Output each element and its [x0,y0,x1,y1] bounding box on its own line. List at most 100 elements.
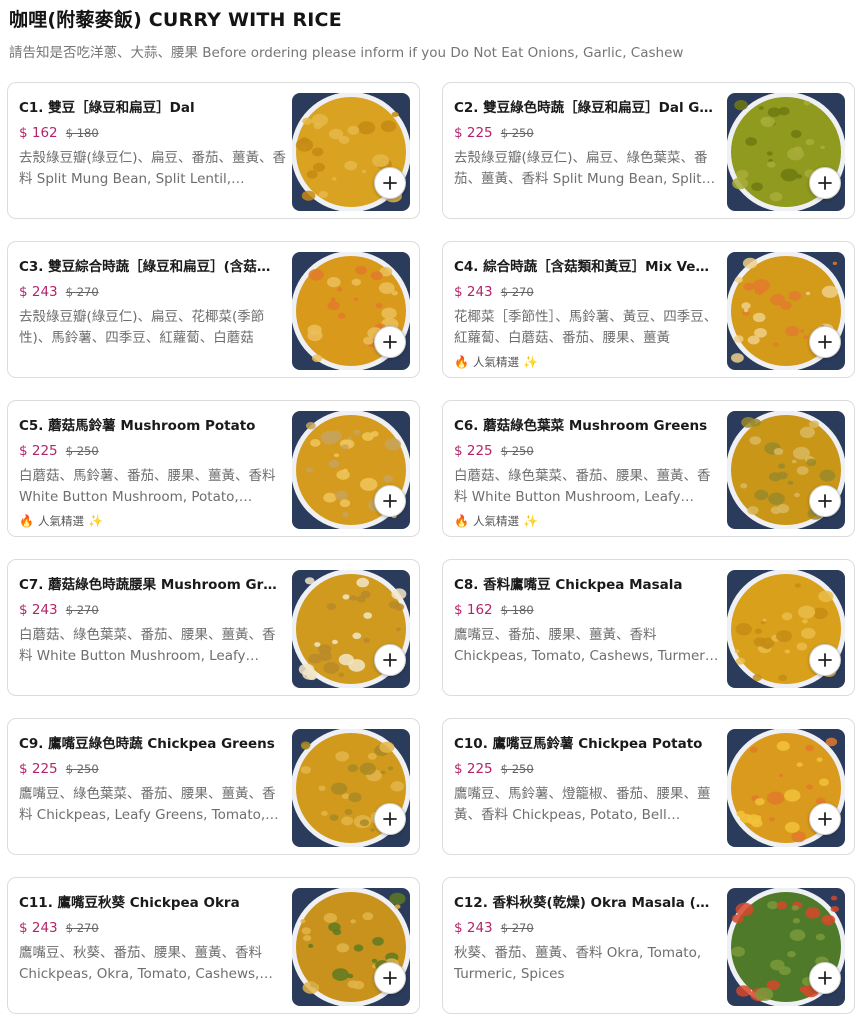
add-to-cart-button[interactable] [374,803,406,835]
price-row: $ 225 $ 250 [454,440,534,459]
add-to-cart-button[interactable] [809,803,841,835]
item-description: 白蘑菇、綠色葉菜、番茄、腰果、薑黃、香料 White Button Mushro… [454,468,711,505]
popular-badge: 🔥 人氣精選 ✨ [19,513,103,529]
menu-item-card[interactable]: C3. 雙豆綜合時蔬［綠豆和扁豆］(含菇類) Dal Mix $ 243 $ 2… [7,241,420,378]
item-price: $ 243 [19,602,58,618]
price-row: $ 225 $ 250 [454,758,534,777]
plus-icon [818,335,832,349]
item-description: 白蘑菇、馬鈴薯、番茄、腰果、薑黃、香料 White Button Mushroo… [19,468,276,505]
add-to-cart-button[interactable] [809,167,841,199]
price-row: $ 162 $ 180 [454,599,534,618]
menu-item-card[interactable]: C8. 香料鷹嘴豆 Chickpea Masala $ 162 $ 180 鷹嘴… [442,559,855,696]
menu-item-card[interactable]: C2. 雙豆綠色時蔬［綠豆和扁豆］Dal Greens $ 225 $ 250 … [442,82,855,219]
plus-icon [383,494,397,508]
item-original-price: $ 250 [500,126,534,140]
item-name: C1. 雙豆［綠豆和扁豆］Dal [19,100,195,116]
plus-icon [383,335,397,349]
popular-badge: 🔥 人氣精選 ✨ [454,354,538,370]
item-price: $ 243 [19,284,58,300]
menu-item-card[interactable]: C6. 蘑菇綠色葉菜 Mushroom Greens $ 225 $ 250 白… [442,400,855,537]
section-title: 咖哩(附藜麥飯) CURRY WITH RICE [9,9,342,31]
item-price: $ 225 [454,443,493,459]
add-to-cart-button[interactable] [374,485,406,517]
item-description: 鷹嘴豆、綠色葉菜、番茄、腰果、薑黃、香料 Chickpeas, Leafy Gr… [19,786,276,823]
menu-item-card[interactable]: C9. 鷹嘴豆綠色時蔬 Chickpea Greens $ 225 $ 250 … [7,718,420,855]
item-original-price: $ 270 [65,921,99,935]
item-price: $ 243 [19,920,58,936]
add-to-cart-button[interactable] [374,962,406,994]
item-original-price: $ 180 [65,126,99,140]
item-original-price: $ 250 [500,444,534,458]
popular-badge-label: 人氣精選 [472,355,519,369]
price-row: $ 243 $ 270 [19,917,99,936]
item-name: C10. 鷹嘴豆馬鈴薯 Chickpea Potato [454,736,703,752]
menu-item-card[interactable]: C10. 鷹嘴豆馬鈴薯 Chickpea Potato $ 225 $ 250 … [442,718,855,855]
flame-icon: 🔥 [19,514,34,528]
popular-badge: 🔥 人氣精選 ✨ [454,513,538,529]
menu-item-card[interactable]: C11. 鷹嘴豆秋葵 Chickpea Okra $ 243 $ 270 鷹嘴豆… [7,877,420,1014]
popular-badge-label: 人氣精選 [472,514,519,528]
item-original-price: $ 270 [65,285,99,299]
price-row: $ 162 $ 180 [19,122,99,141]
menu-item-card[interactable]: C5. 蘑菇馬鈴薯 Mushroom Potato $ 225 $ 250 白蘑… [7,400,420,537]
price-row: $ 225 $ 250 [454,122,534,141]
item-description: 去殼綠豆瓣(綠豆仁)、扁豆、花椰菜(季節性)、馬鈴薯、四季豆、紅蘿蔔、白蘑菇 [19,309,265,346]
item-price: $ 162 [454,602,493,618]
item-price: $ 225 [19,761,58,777]
plus-icon [383,812,397,826]
add-to-cart-button[interactable] [809,326,841,358]
add-to-cart-button[interactable] [809,962,841,994]
item-description: 秋葵、番茄、薑黃、香料 Okra, Tomato, Turmeric, Spic… [454,945,702,982]
item-description: 白蘑菇、綠色葉菜、番茄、腰果、薑黃、香料 White Button Mushro… [19,627,276,664]
plus-icon [818,494,832,508]
item-description: 鷹嘴豆、馬鈴薯、燈籠椒、番茄、腰果、薑黃、香料 Chickpeas, Potat… [454,786,711,823]
price-row: $ 243 $ 270 [19,281,99,300]
item-name: C12. 香料秋葵(乾燥) Okra Masala (Dry) [454,895,718,911]
item-original-price: $ 270 [65,603,99,617]
price-row: $ 243 $ 270 [454,917,534,936]
price-row: $ 243 $ 270 [454,281,534,300]
plus-icon [383,971,397,985]
section-note: 請告知是否吃洋蔥、大蒜、腰果 Before ordering please in… [9,45,684,61]
item-price: $ 225 [19,443,58,459]
menu-item-card[interactable]: C12. 香料秋葵(乾燥) Okra Masala (Dry) $ 243 $ … [442,877,855,1014]
plus-icon [383,176,397,190]
flame-icon: 🔥 [454,355,469,369]
plus-icon [818,812,832,826]
item-price: $ 225 [454,761,493,777]
popular-badge-label: 人氣精選 [37,514,84,528]
item-name: C6. 蘑菇綠色葉菜 Mushroom Greens [454,418,708,434]
item-name: C3. 雙豆綜合時蔬［綠豆和扁豆］(含菇類) Dal Mix [19,259,283,275]
item-original-price: $ 180 [500,603,534,617]
price-row: $ 225 $ 250 [19,758,99,777]
sparkle-icon: ✨ [522,514,538,528]
add-to-cart-button[interactable] [809,644,841,676]
item-price: $ 243 [454,284,493,300]
menu-grid: C1. 雙豆［綠豆和扁豆］Dal $ 162 $ 180 去殼綠豆瓣(綠豆仁)、… [7,82,856,1014]
add-to-cart-button[interactable] [374,167,406,199]
item-original-price: $ 270 [500,285,534,299]
price-row: $ 225 $ 250 [19,440,99,459]
item-name: C11. 鷹嘴豆秋葵 Chickpea Okra [19,895,240,911]
menu-item-card[interactable]: C4. 綜合時蔬［含菇類和黃豆］Mix Vegetables $ 243 $ 2… [442,241,855,378]
item-price: $ 162 [19,125,58,141]
item-price: $ 243 [454,920,493,936]
sparkle-icon: ✨ [522,355,538,369]
plus-icon [818,176,832,190]
item-name: C7. 蘑菇綠色時蔬腰果 Mushroom Greens Cashew [19,577,283,593]
plus-icon [383,653,397,667]
item-original-price: $ 250 [500,762,534,776]
item-original-price: $ 250 [65,762,99,776]
item-name: C2. 雙豆綠色時蔬［綠豆和扁豆］Dal Greens [454,100,718,116]
item-description: 花椰菜［季節性］、馬鈴薯、黃豆、四季豆、紅蘿蔔、白蘑菇、番茄、腰果、薑黃 [454,309,718,346]
add-to-cart-button[interactable] [374,326,406,358]
flame-icon: 🔥 [454,514,469,528]
price-row: $ 243 $ 270 [19,599,99,618]
menu-item-card[interactable]: C7. 蘑菇綠色時蔬腰果 Mushroom Greens Cashew $ 24… [7,559,420,696]
item-description: 鷹嘴豆、秋葵、番茄、腰果、薑黃、香料 Chickpeas, Okra, Toma… [19,945,262,982]
menu-item-card[interactable]: C1. 雙豆［綠豆和扁豆］Dal $ 162 $ 180 去殼綠豆瓣(綠豆仁)、… [7,82,420,219]
add-to-cart-button[interactable] [809,485,841,517]
add-to-cart-button[interactable] [374,644,406,676]
item-description: 去殼綠豆瓣(綠豆仁)、扁豆、番茄、薑黃、香料 Split Mung Bean, … [19,150,287,187]
item-name: C4. 綜合時蔬［含菇類和黃豆］Mix Vegetables [454,259,718,275]
